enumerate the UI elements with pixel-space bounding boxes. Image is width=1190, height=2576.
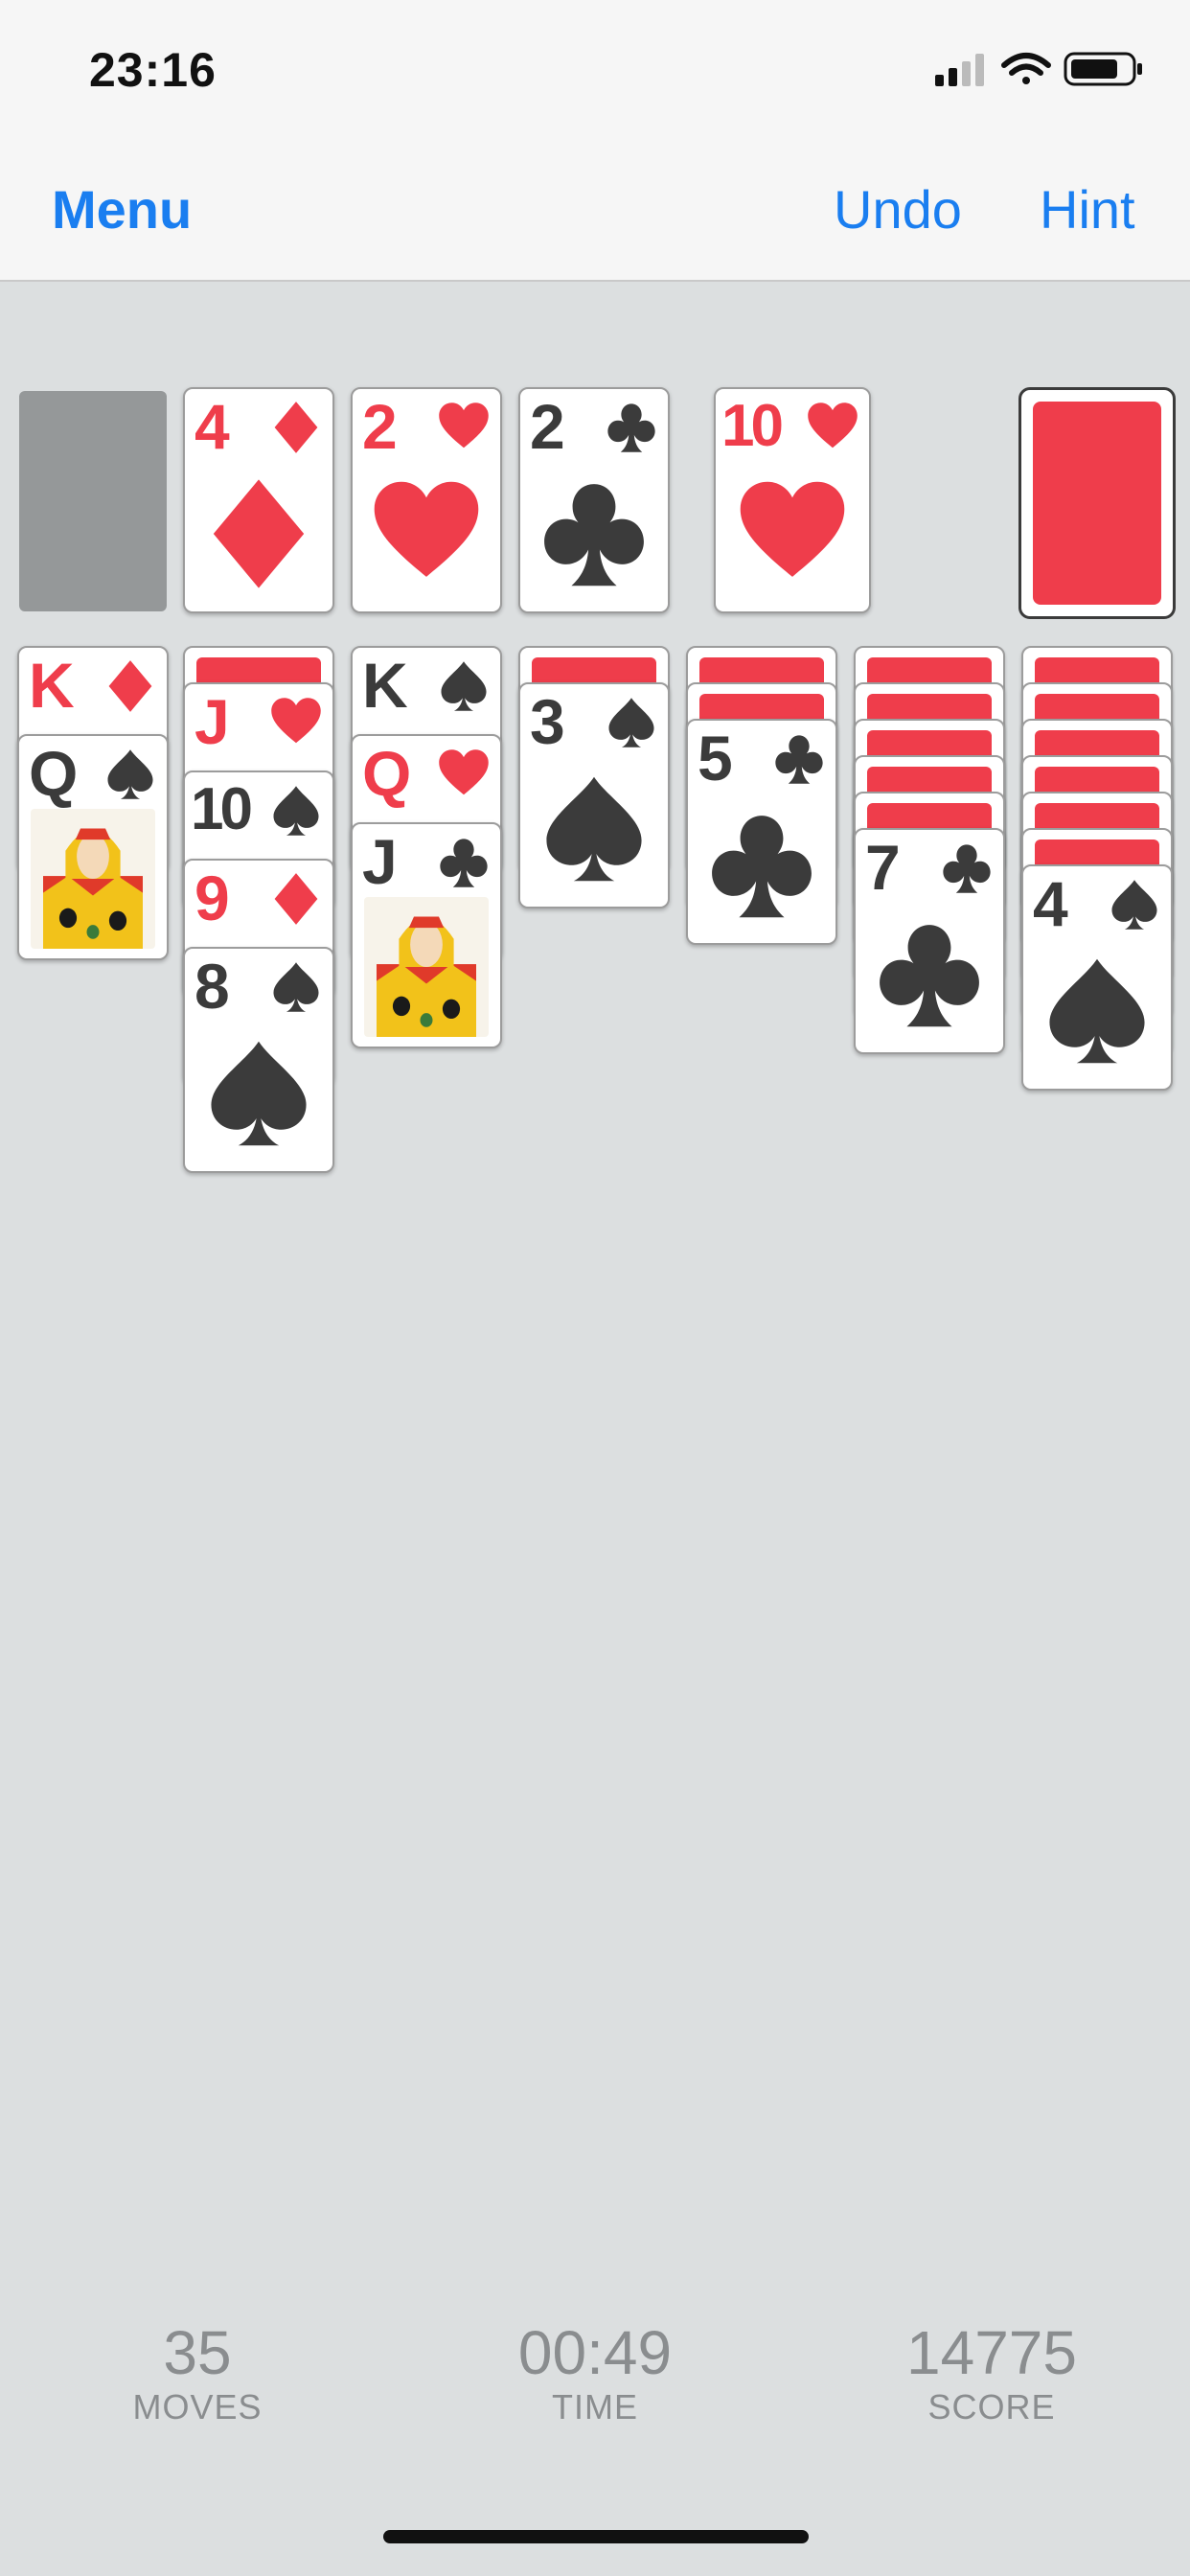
moves-value: 35 [163,2318,232,2387]
home-indicator [383,2530,809,2543]
score-label: SCORE [927,2387,1056,2426]
card-rank: 5 [698,723,733,794]
card-rank: J [362,826,398,897]
hint-button[interactable]: Hint [1040,178,1135,241]
card-rank: 4 [1033,868,1068,939]
card-rank: 2 [362,391,398,462]
tableau-card[interactable]: 4 [1021,864,1173,1091]
tableau-card[interactable]: 3 [518,682,670,908]
card-rank: 7 [865,832,901,903]
waste-card[interactable]: 10 [714,387,871,613]
time-value: 00:49 [517,2318,673,2387]
spade-icon [1111,880,1157,930]
heart-icon [740,481,845,577]
queen-icon [31,809,155,949]
game-board: 4 2 2 10 K Q J 10 9 8 K Q J 3 5 7 4 [0,280,1190,2576]
foundation-card[interactable]: 4 [183,387,334,613]
spade-icon [273,786,319,836]
score-stat: 14775 SCORE [848,2319,1135,2428]
card-rank: 10 [191,776,253,842]
spade-icon [273,962,319,1012]
score-value: 14775 [906,2318,1077,2387]
club-icon [440,839,488,887]
spade-icon [211,1041,307,1146]
club-icon [943,844,991,893]
heart-icon [439,749,489,795]
card-rank: 4 [195,391,230,462]
spade-icon [107,749,153,799]
foundation-card[interactable]: 2 [518,387,670,613]
club-icon [880,925,979,1027]
card-rank: 9 [195,862,230,933]
card-rank: Q [29,738,79,809]
club-icon [544,484,644,586]
tableau-card[interactable]: 7 [854,828,1005,1054]
card-rank: K [29,650,75,721]
time-stat: 00:49 TIME [451,2319,739,2428]
tableau-card[interactable]: Q [17,734,169,960]
moves-stat: 35 MOVES [54,2319,341,2428]
card-rank: J [195,686,230,757]
jack-icon [364,897,489,1037]
diamond-icon [108,660,152,712]
heart-icon [271,698,321,744]
undo-button[interactable]: Undo [834,178,962,241]
menu-button[interactable]: Menu [52,178,192,241]
battery-icon [1064,52,1142,86]
card-rank: 3 [530,686,565,757]
spade-icon [441,661,487,711]
diamond-icon [274,402,318,453]
tableau-card[interactable]: 8 [183,947,334,1173]
club-icon [775,735,823,784]
navigation-bar: 23:16 Menu Undo Hint [0,0,1190,282]
diamond-icon [274,873,318,925]
club-icon [712,816,812,918]
spade-icon [546,776,642,882]
tableau-card[interactable]: 5 [686,719,837,945]
diamond-icon [213,479,305,588]
card-rank: Q [362,738,412,809]
tableau-card[interactable]: J [351,822,502,1048]
club-icon [607,403,655,452]
stock-pile[interactable] [1018,387,1176,619]
time-label: TIME [552,2387,638,2426]
spade-icon [1049,958,1145,1064]
card-rank: 8 [195,951,230,1022]
heart-icon [808,402,858,448]
status-time: 23:16 [89,43,217,97]
wifi-icon [1001,53,1051,84]
card-rank: 2 [530,391,565,462]
moves-label: MOVES [132,2387,263,2426]
heart-icon [439,402,489,448]
foundation-slot-empty[interactable] [19,391,167,611]
card-rank: 10 [721,393,784,459]
heart-icon [374,481,479,577]
status-icons [935,52,1142,86]
foundation-card[interactable]: 2 [351,387,502,613]
cellular-signal-icon [935,54,984,86]
spade-icon [608,698,654,748]
card-rank: K [362,650,408,721]
